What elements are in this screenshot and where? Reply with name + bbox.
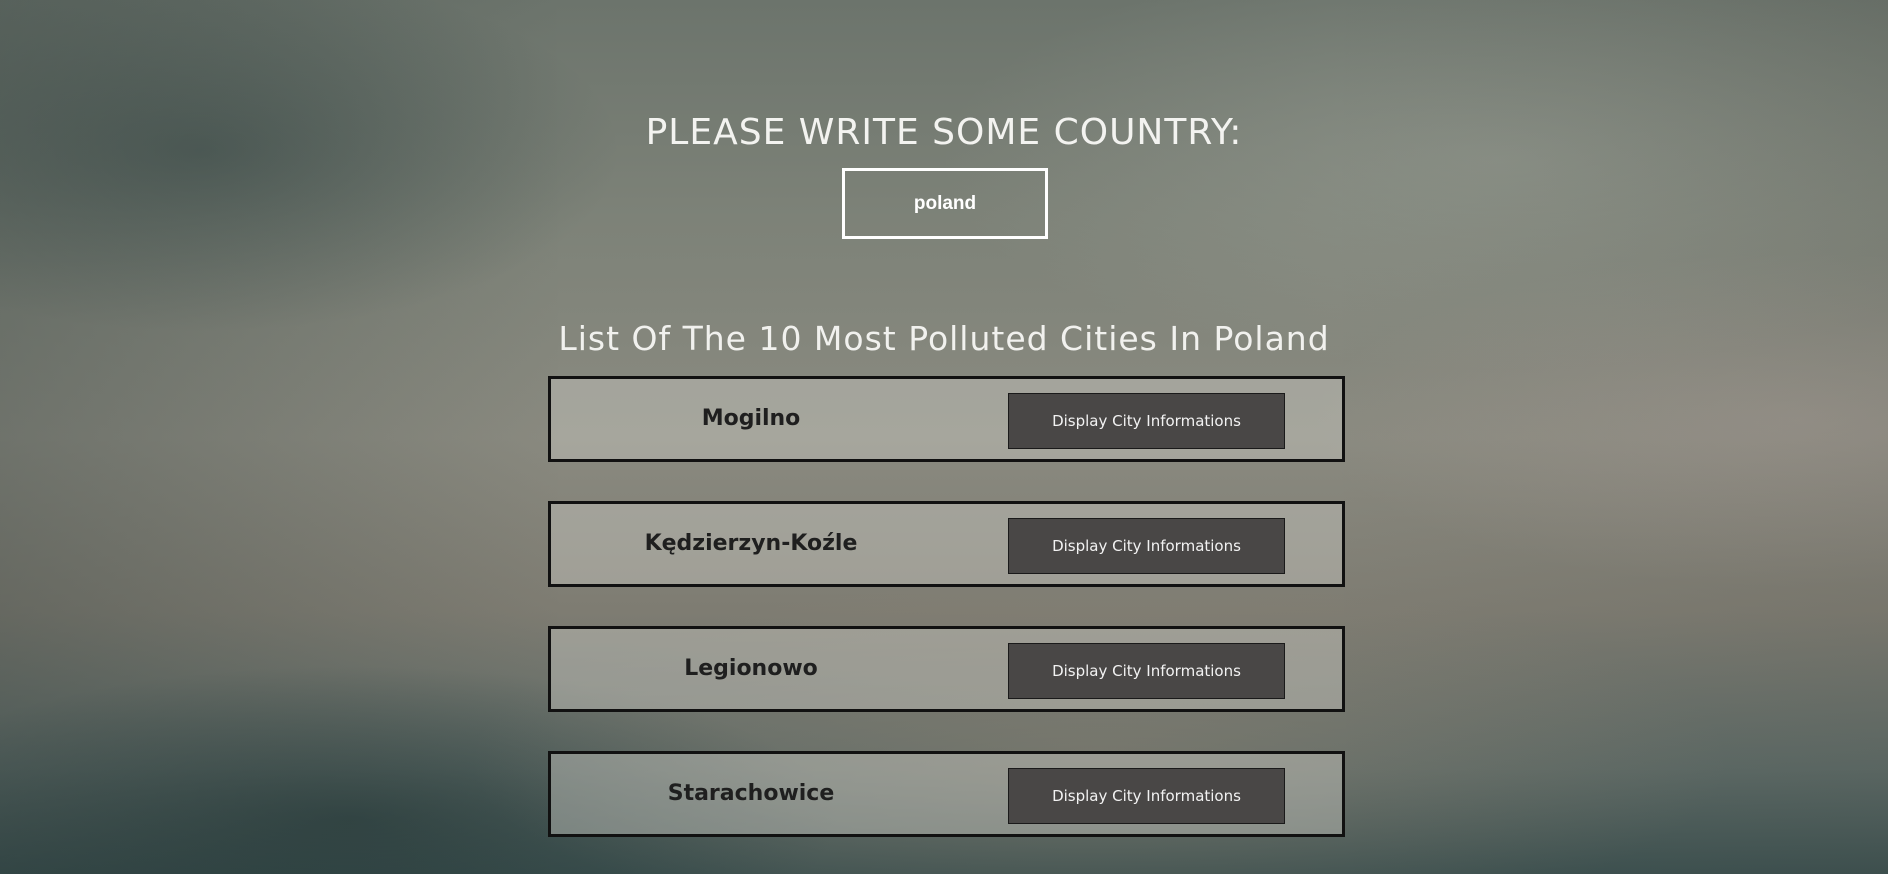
display-city-info-button[interactable]: Display City Informations	[1008, 643, 1285, 699]
city-row: Starachowice Display City Informations	[548, 751, 1345, 837]
city-name: Mogilno	[701, 406, 801, 431]
display-city-info-button[interactable]: Display City Informations	[1008, 768, 1285, 824]
city-name: Legionowo	[684, 656, 818, 681]
city-row: Kędzierzyn-Koźle Display City Informatio…	[548, 501, 1345, 587]
country-input[interactable]	[842, 168, 1048, 239]
main-content: PLEASE WRITE SOME COUNTRY: List Of The 1…	[0, 0, 1888, 874]
display-city-info-button[interactable]: Display City Informations	[1008, 518, 1285, 574]
city-name: Kędzierzyn-Koźle	[644, 531, 858, 556]
city-row: Mogilno Display City Informations	[548, 376, 1345, 462]
country-prompt-heading: PLEASE WRITE SOME COUNTRY:	[645, 112, 1243, 154]
city-name: Starachowice	[667, 781, 835, 806]
list-title: List Of The 10 Most Polluted Cities In P…	[558, 319, 1330, 359]
display-city-info-button[interactable]: Display City Informations	[1008, 393, 1285, 449]
city-row: Legionowo Display City Informations	[548, 626, 1345, 712]
